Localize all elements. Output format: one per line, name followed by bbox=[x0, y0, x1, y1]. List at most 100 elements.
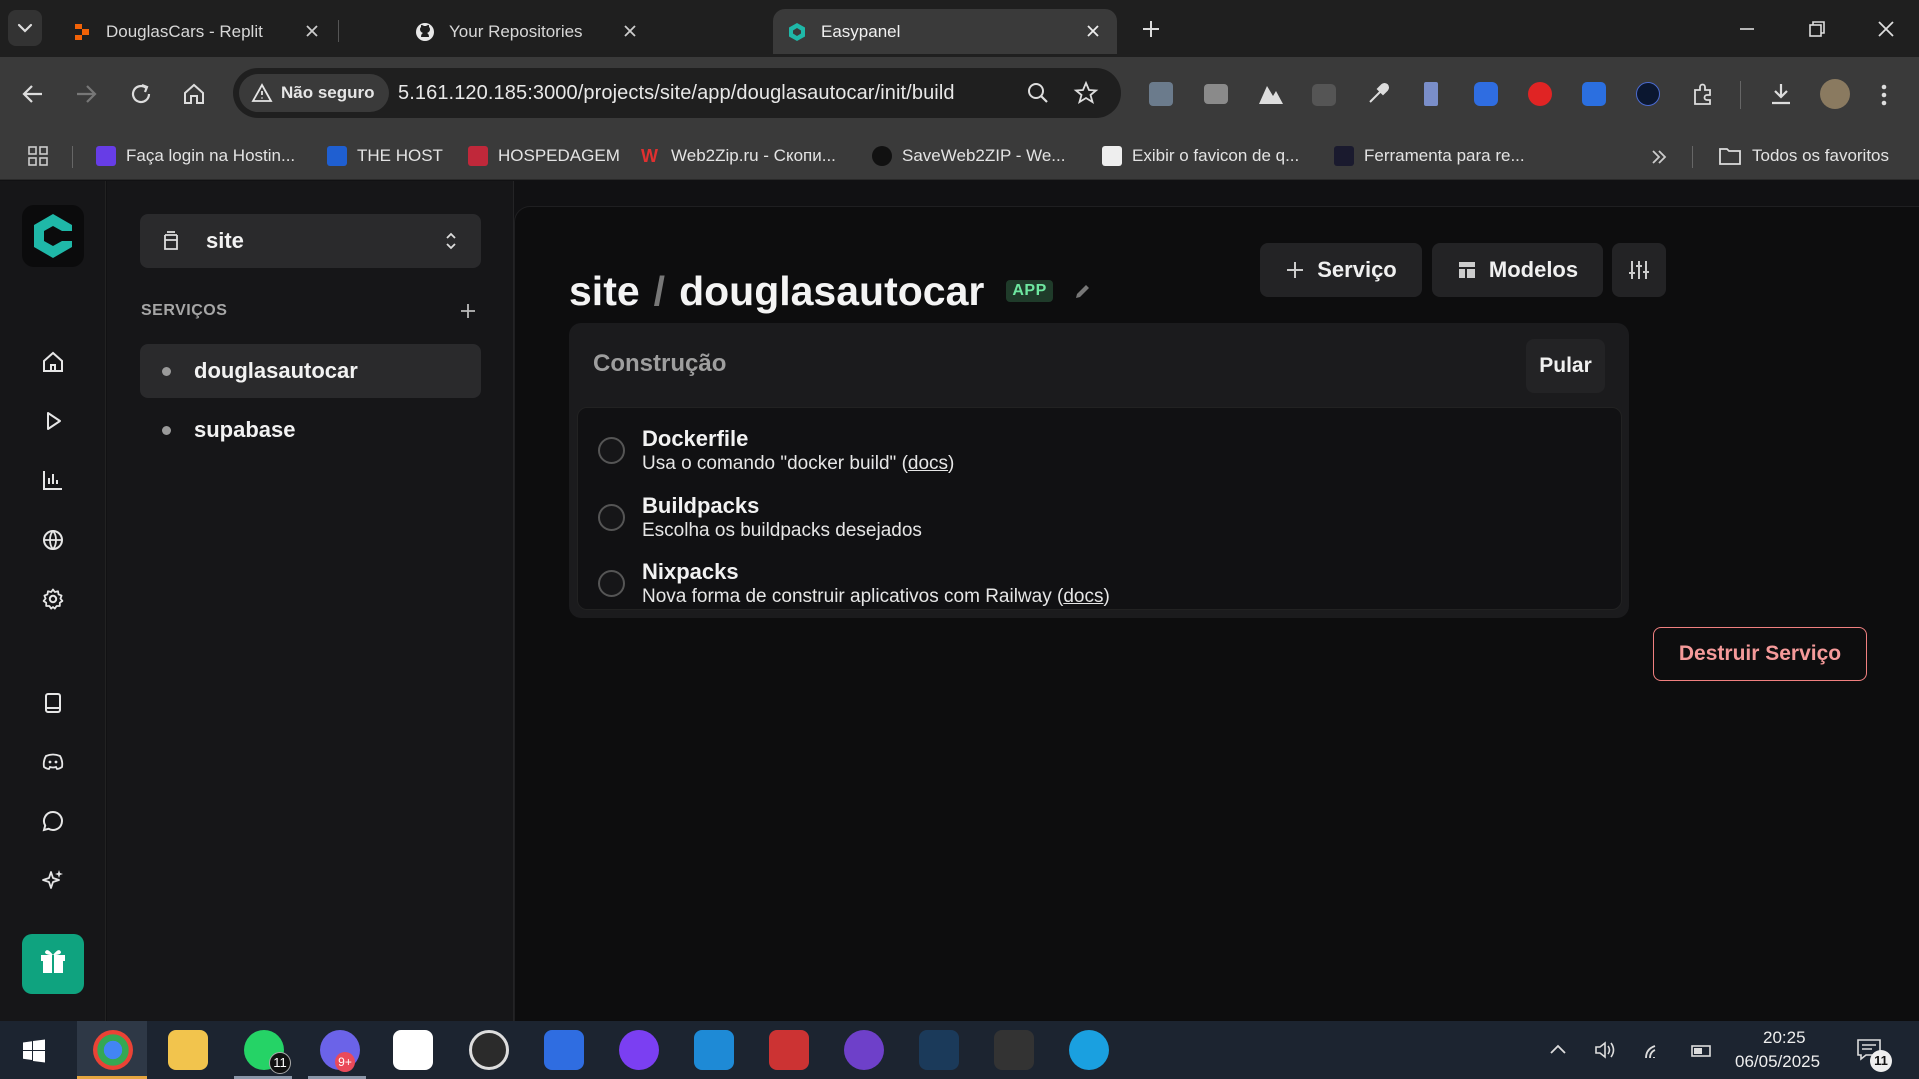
settings-sliders-button[interactable] bbox=[1612, 243, 1666, 297]
project-selector[interactable]: site bbox=[140, 214, 481, 268]
tab-github[interactable]: Your Repositories bbox=[415, 9, 636, 54]
radio-dockerfile[interactable] bbox=[598, 437, 625, 464]
wifi-icon[interactable] bbox=[1643, 1040, 1667, 1060]
extensions-puzzle-icon[interactable] bbox=[1690, 82, 1716, 108]
bookmark-web2zip[interactable]: W Web2Zip.ru - Скопи... bbox=[641, 143, 836, 169]
github-desktop-icon[interactable] bbox=[844, 1030, 884, 1070]
forward-icon[interactable] bbox=[73, 81, 99, 107]
service-item-supabase[interactable]: supabase bbox=[140, 403, 481, 457]
app-cloud-icon[interactable] bbox=[919, 1030, 959, 1070]
add-service-icon[interactable] bbox=[459, 302, 477, 320]
bookmark-favicon[interactable]: Exibir o favicon de q... bbox=[1102, 143, 1299, 169]
a-extension-icon[interactable] bbox=[1636, 82, 1660, 106]
chevron-double-right-icon[interactable] bbox=[1648, 146, 1670, 168]
menu-dots-icon[interactable] bbox=[1878, 82, 1890, 108]
play-icon[interactable] bbox=[41, 409, 65, 433]
camera-extension-icon[interactable] bbox=[1204, 84, 1228, 104]
radio-buildpacks[interactable] bbox=[598, 504, 625, 531]
home-icon[interactable] bbox=[41, 350, 65, 374]
close-icon[interactable] bbox=[1083, 21, 1103, 41]
website-copier-icon[interactable] bbox=[994, 1030, 1034, 1070]
app-r-icon[interactable] bbox=[769, 1030, 809, 1070]
download-helper-extension-icon[interactable] bbox=[1582, 82, 1606, 106]
close-window-icon[interactable] bbox=[1875, 18, 1897, 40]
bookmark-the-host[interactable]: THE HOST bbox=[327, 143, 443, 169]
build-option-dockerfile[interactable]: Dockerfile Usa o comando "docker build" … bbox=[578, 408, 1621, 474]
minimize-icon[interactable] bbox=[1736, 18, 1758, 40]
hostinger-icon bbox=[96, 146, 116, 166]
address-bar[interactable]: Não seguro 5.161.120.185:3000/projects/s… bbox=[233, 68, 1121, 118]
build-option-nixpacks[interactable]: Nixpacks Nova forma de construir aplicat… bbox=[578, 541, 1621, 607]
bookmark-hostinger[interactable]: Faça login na Hostin... bbox=[96, 143, 295, 169]
eyedropper-extension-icon[interactable] bbox=[1366, 82, 1390, 106]
service-item-douglasautocar[interactable]: douglasautocar bbox=[140, 344, 481, 398]
chart-bar-icon[interactable] bbox=[41, 468, 65, 492]
book-icon[interactable] bbox=[41, 691, 65, 715]
zoom-icon[interactable] bbox=[1026, 81, 1050, 105]
chevron-up-icon[interactable] bbox=[1548, 1041, 1568, 1057]
restore-icon[interactable] bbox=[1806, 18, 1828, 40]
clock-date[interactable]: 06/05/2025 bbox=[1735, 1052, 1820, 1072]
sparkles-icon[interactable] bbox=[41, 868, 65, 892]
security-chip[interactable]: Não seguro bbox=[239, 74, 389, 112]
ruler-extension-icon[interactable] bbox=[1424, 82, 1438, 106]
apps-grid-icon[interactable] bbox=[27, 145, 49, 167]
volume-icon[interactable] bbox=[1593, 1040, 1617, 1060]
star-icon[interactable] bbox=[1073, 80, 1099, 106]
templates-button[interactable]: Modelos bbox=[1432, 243, 1603, 297]
download-icon[interactable] bbox=[1768, 81, 1794, 107]
bookmark-hospedagem[interactable]: HOSPEDAGEM bbox=[468, 143, 620, 169]
tab-replit[interactable]: DouglasCars - Replit bbox=[58, 9, 336, 54]
bookmark-saveweb2zip[interactable]: SaveWeb2ZIP - We... bbox=[872, 143, 1065, 169]
file-explorer-icon[interactable] bbox=[168, 1030, 208, 1070]
project-name: site bbox=[206, 228, 244, 253]
bookmark-ferramenta[interactable]: Ferramenta para re... bbox=[1334, 143, 1525, 169]
easypanel-logo[interactable] bbox=[22, 205, 84, 267]
build-option-buildpacks[interactable]: Buildpacks Escolha os buildpacks desejad… bbox=[578, 475, 1621, 541]
app-x-icon[interactable] bbox=[544, 1030, 584, 1070]
gear-icon[interactable] bbox=[41, 587, 65, 611]
back-icon[interactable] bbox=[20, 81, 46, 107]
discord-icon[interactable] bbox=[41, 750, 65, 774]
robot-extension-icon[interactable] bbox=[1312, 84, 1336, 106]
app-house-cloud-icon[interactable] bbox=[1069, 1030, 1109, 1070]
close-icon[interactable] bbox=[620, 21, 640, 41]
the-host-icon bbox=[327, 146, 347, 166]
chat-icon[interactable] bbox=[41, 809, 65, 833]
home-icon[interactable] bbox=[181, 81, 207, 107]
docs-link[interactable]: docs bbox=[908, 453, 948, 474]
adblock-extension-icon[interactable] bbox=[1528, 82, 1552, 106]
obs-icon[interactable] bbox=[469, 1030, 509, 1070]
battery-icon[interactable] bbox=[1688, 1040, 1714, 1060]
reload-icon[interactable] bbox=[128, 81, 154, 107]
pencil-icon[interactable] bbox=[1073, 281, 1093, 301]
title-project[interactable]: site bbox=[569, 268, 640, 315]
tab-easypanel[interactable]: Easypanel bbox=[773, 9, 1117, 54]
url-text[interactable]: 5.161.120.185:3000/projects/site/app/dou… bbox=[398, 82, 955, 105]
tab-title: Your Repositories bbox=[449, 21, 583, 41]
new-tab-icon[interactable] bbox=[1140, 18, 1162, 40]
translate-extension-icon[interactable] bbox=[1474, 82, 1498, 106]
tab-search-button[interactable] bbox=[8, 10, 42, 46]
option-description: Nova forma de construir aplicativos com … bbox=[642, 586, 1110, 607]
destroy-service-button[interactable]: Destruir Serviço bbox=[1653, 627, 1867, 681]
radio-nixpacks[interactable] bbox=[598, 570, 625, 597]
skip-button[interactable]: Pular bbox=[1526, 339, 1605, 393]
globe-icon[interactable] bbox=[41, 528, 65, 552]
add-service-button[interactable]: Serviço bbox=[1260, 243, 1422, 297]
hospedagem-icon bbox=[468, 146, 488, 166]
vscode-icon[interactable] bbox=[694, 1030, 734, 1070]
chrome-icon[interactable] bbox=[93, 1030, 133, 1070]
profile-avatar[interactable] bbox=[1820, 79, 1850, 109]
clock-time[interactable]: 20:25 bbox=[1763, 1028, 1806, 1048]
capcut-icon[interactable] bbox=[393, 1030, 433, 1070]
mountain-extension-icon[interactable] bbox=[1258, 82, 1284, 106]
gift-button[interactable] bbox=[22, 934, 84, 994]
all-bookmarks[interactable]: Todos os favoritos bbox=[1718, 143, 1889, 169]
windows-start-icon[interactable] bbox=[22, 1039, 46, 1063]
code-extension-icon[interactable] bbox=[1149, 82, 1173, 106]
app-d-icon[interactable] bbox=[619, 1030, 659, 1070]
docs-link[interactable]: docs bbox=[1063, 586, 1103, 607]
main-content: site / douglasautocar APP Serviço Modelo… bbox=[514, 206, 1919, 1021]
close-icon[interactable] bbox=[302, 21, 322, 41]
